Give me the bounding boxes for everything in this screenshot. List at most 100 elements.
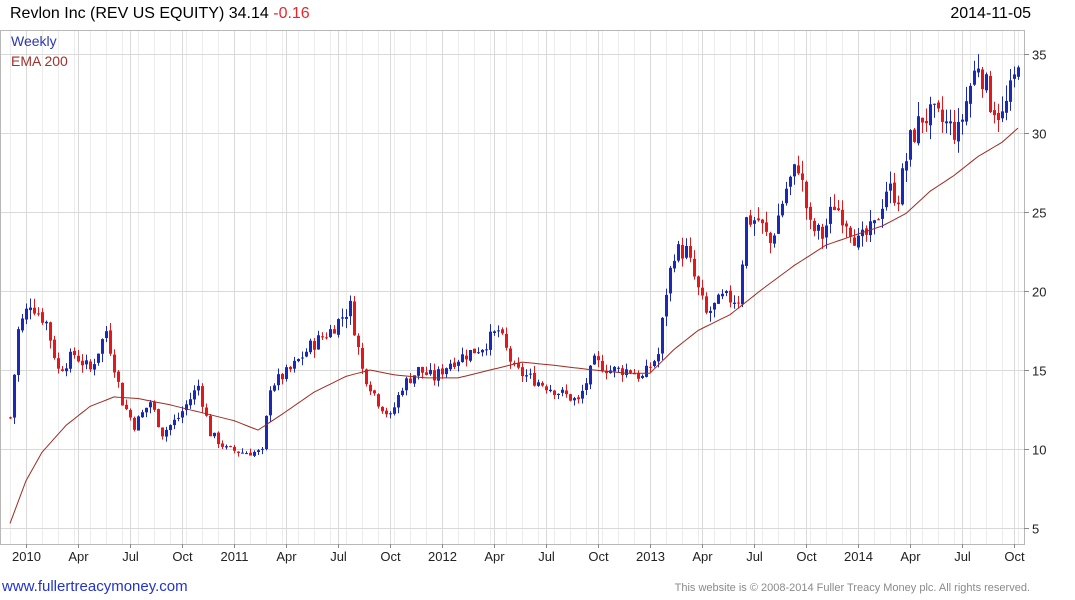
x-tick-label: Apr: [692, 549, 713, 564]
candle-body: [853, 237, 856, 246]
candle-body: [893, 182, 896, 203]
candle-body: [813, 220, 816, 232]
candle-body: [677, 244, 680, 261]
candle-body: [73, 350, 76, 356]
candle-body: [97, 353, 100, 363]
candle-body: [733, 302, 736, 304]
candle-body: [501, 329, 504, 334]
candle-body: [369, 384, 372, 392]
candle-body: [293, 360, 296, 369]
candle-body: [181, 411, 184, 418]
candle-body: [577, 397, 580, 400]
x-tick-label: Oct: [1004, 549, 1025, 564]
candle-body: [993, 110, 996, 116]
candle-body: [317, 335, 320, 350]
candle-body: [905, 161, 908, 171]
candle-body: [1005, 100, 1008, 113]
copyright-notice: This website is © 2008-2014 Fuller Treac…: [674, 582, 1030, 594]
candle-body: [629, 370, 632, 373]
candle-body: [557, 393, 560, 396]
candle-body: [225, 446, 228, 448]
candle-body: [481, 349, 484, 353]
candle-body: [541, 382, 544, 386]
x-tick-label: Apr: [276, 549, 297, 564]
candle-body: [245, 453, 248, 455]
candle-body: [665, 294, 668, 317]
candle-body: [545, 386, 548, 391]
candle-body: [473, 348, 476, 354]
x-tick-label: Oct: [380, 549, 401, 564]
candle-body: [381, 406, 384, 412]
candle-body: [21, 318, 24, 331]
candle-body: [149, 402, 152, 408]
candle-body: [193, 390, 196, 400]
candle-body: [957, 121, 960, 142]
candle-body: [89, 361, 92, 370]
candle-body: [85, 360, 88, 365]
candle-body: [77, 355, 80, 362]
candle-body: [237, 451, 240, 453]
candle-body: [625, 369, 628, 376]
candle-body: [621, 368, 624, 376]
candle-body: [1001, 111, 1004, 119]
x-tick-label: Oct: [796, 549, 817, 564]
candle-body: [217, 432, 220, 445]
candle-body: [521, 367, 524, 377]
candle-body: [921, 117, 924, 123]
candle-body: [9, 417, 12, 419]
y-tick-label: 15: [1032, 364, 1046, 379]
candle-body: [685, 245, 688, 258]
candle-body: [793, 164, 796, 177]
candle-body: [769, 232, 772, 244]
candle-body: [977, 68, 980, 73]
candle-body: [881, 208, 884, 219]
candle-body: [749, 215, 752, 225]
website-link[interactable]: www.fullertreacymoney.com: [2, 578, 188, 595]
candle-body: [81, 360, 84, 366]
candle-body: [45, 321, 48, 324]
candle-body: [801, 173, 804, 180]
candle-body: [989, 75, 992, 112]
x-tick-label: 2012: [428, 549, 457, 564]
candle-body: [589, 365, 592, 385]
candle-body: [161, 427, 164, 437]
candle-body: [165, 429, 168, 437]
x-tick-label: Oct: [588, 549, 609, 564]
ema-200-line: [9, 127, 1019, 524]
candle-body: [573, 398, 576, 401]
candle-body: [437, 369, 440, 381]
candle-body: [869, 221, 872, 236]
candle-body: [337, 319, 340, 335]
candle-body: [17, 329, 20, 375]
candle-body: [125, 404, 128, 410]
candle-body: [281, 373, 284, 380]
candle-body: [285, 367, 288, 379]
candle-body: [525, 375, 528, 377]
candle-body: [485, 349, 488, 351]
candle-body: [233, 446, 236, 451]
candle-body: [209, 415, 212, 437]
candle-body: [777, 215, 780, 234]
candle-body: [61, 369, 64, 371]
candle-body: [145, 407, 148, 413]
candle-body: [753, 220, 756, 224]
candle-body: [329, 329, 332, 338]
candle-body: [549, 389, 552, 392]
candle-body: [785, 188, 788, 204]
candle-body: [657, 354, 660, 362]
candle-body: [873, 220, 876, 224]
candle-body: [701, 287, 704, 296]
candle-body: [393, 407, 396, 414]
candle-body: [49, 322, 52, 341]
candle-body: [581, 390, 584, 399]
candle-body: [877, 219, 880, 221]
candle-body: [841, 209, 844, 226]
candle-body: [641, 375, 644, 378]
candle-body: [273, 385, 276, 391]
candle-body: [645, 365, 648, 377]
candle-body: [309, 340, 312, 353]
candle-body: [65, 368, 68, 372]
candle-body: [33, 307, 36, 314]
candle-body: [109, 330, 112, 354]
x-tick-label: Jul: [330, 549, 347, 564]
